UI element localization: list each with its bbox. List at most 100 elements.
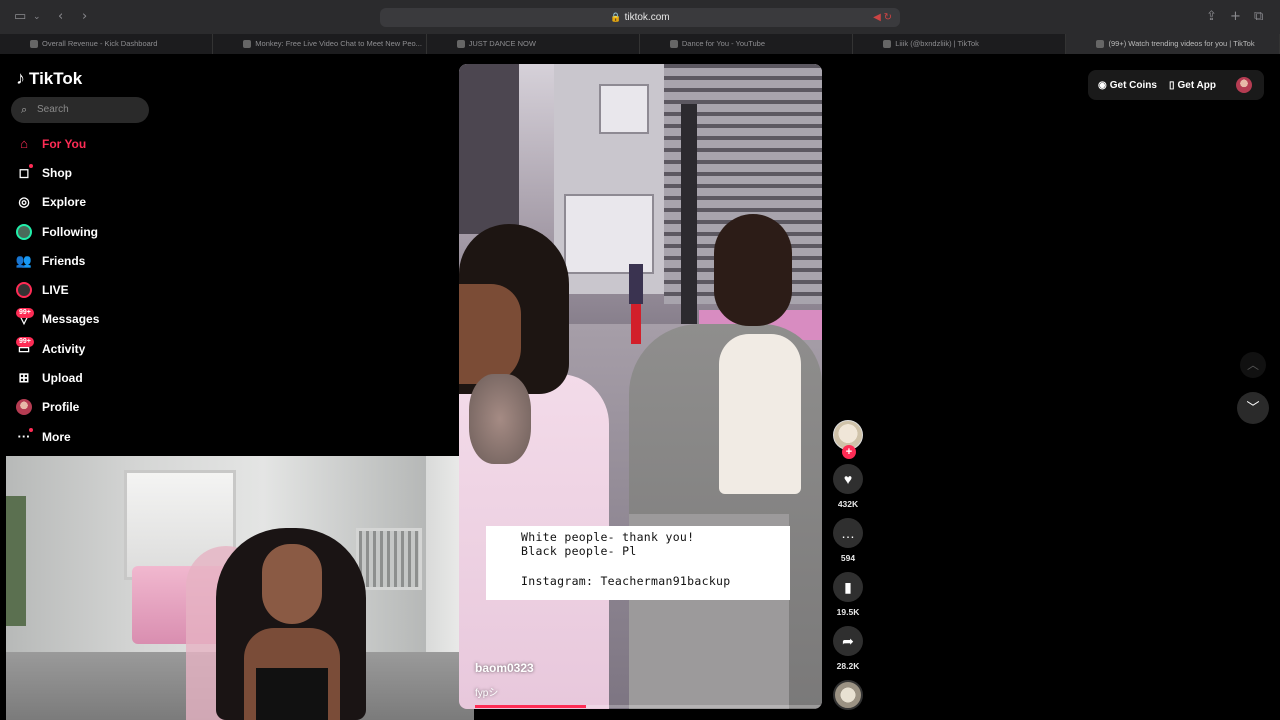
sidebar-item-for-you[interactable]: ⌂ For You [16, 129, 99, 158]
header-actions: ◉ Get Coins ▯ Get App [1088, 70, 1264, 100]
browser-tab[interactable]: Dance for You - YouTube [640, 34, 854, 54]
save-count: 19.5K [836, 607, 860, 617]
compass-icon: ◎ [18, 194, 30, 210]
music-disc-icon[interactable] [833, 680, 863, 710]
sidebar-item-label: Explore [42, 195, 87, 210]
sidebar-item-label: Profile [42, 400, 80, 415]
profile-avatar-icon [16, 399, 32, 416]
following-avatar-icon [16, 223, 32, 240]
bookmark-icon[interactable]: ▮ [833, 572, 863, 602]
new-tab-icon[interactable]: + [1230, 9, 1241, 24]
tiktok-note-icon: ♪ [16, 68, 25, 88]
search-input[interactable]: ⌕ Search [11, 97, 149, 123]
video-username[interactable]: baom0323 [475, 661, 534, 675]
share-count: 28.2K [836, 661, 860, 671]
browser-tab[interactable]: JUST DANCE NOW [427, 34, 640, 54]
get-app-label: Get App [1177, 79, 1216, 91]
sidebar-item-explore[interactable]: ◎ Explore [16, 188, 99, 217]
sidebar-item-messages[interactable]: ▽ 99+ Messages [16, 305, 99, 334]
live-icon [16, 282, 32, 299]
chevron-up-icon[interactable]: ︿ [1240, 352, 1266, 378]
get-app-button[interactable]: ▯ Get App [1169, 80, 1216, 91]
audio-icon[interactable]: ◀︎ ↻ [873, 8, 892, 27]
browser-tab-active[interactable]: (99+) Watch trending videos for you | Ti… [1066, 34, 1280, 54]
tab-strip: Overall Revenue - Kick Dashboard Monkey:… [0, 34, 1280, 54]
sidebar-item-label: Upload [42, 371, 83, 386]
tab-title: Liiik (@bxndzliik) | TikTok [895, 39, 979, 48]
sidebar-item-label: Messages [42, 312, 100, 327]
like-action[interactable]: ♥ 432K [830, 464, 866, 509]
tiktok-logo[interactable]: ♪ TikTok [16, 68, 82, 89]
tab-favicon-icon [456, 40, 465, 48]
tab-favicon-icon [243, 40, 252, 48]
notification-dot [29, 164, 33, 169]
caption-line: White people- thank you! [521, 530, 695, 544]
lock-icon: 🔒 [610, 12, 622, 22]
friends-icon: 👥 [15, 252, 33, 268]
upload-icon: ⊞ [18, 370, 30, 386]
sidebar-item-label: Following [42, 224, 98, 239]
share-icon[interactable]: ⇪ [1206, 9, 1217, 24]
tab-title: Overall Revenue - Kick Dashboard [42, 39, 158, 48]
coin-icon: ◉ [1098, 79, 1107, 91]
tab-favicon-icon [1096, 40, 1105, 48]
comment-count: 594 [840, 553, 856, 563]
back-icon[interactable]: ‹ [58, 9, 63, 24]
share-action[interactable]: ➦ 28.2K [830, 626, 866, 671]
forward-icon[interactable]: › [82, 9, 87, 24]
get-coins-label: Get Coins [1109, 79, 1157, 91]
sidebar-item-activity[interactable]: ▭ 99+ Activity [16, 334, 99, 363]
chevron-down-icon[interactable]: ⌄ [33, 12, 41, 22]
chevron-down-icon[interactable]: ﹀ [1237, 392, 1269, 424]
tab-favicon-icon [30, 40, 38, 48]
caption-line: Instagram: Teacherman91backup [521, 574, 731, 588]
tab-overview-icon[interactable]: ⧉ [1254, 9, 1263, 24]
video-person-right [599, 214, 822, 709]
sidebar-item-more[interactable]: ··· More [16, 422, 99, 451]
heart-icon[interactable]: ♥ [833, 464, 863, 494]
browser-tab[interactable]: Monkey: Free Live Video Chat to Meet New… [213, 34, 427, 54]
home-icon: ⌂ [20, 136, 28, 152]
sidebar-item-profile[interactable]: Profile [16, 393, 99, 422]
webcam-overlay [6, 456, 474, 720]
sidebar-item-label: More [42, 429, 71, 444]
tab-title: Dance for You - YouTube [681, 39, 766, 48]
tab-title: Monkey: Free Live Video Chat to Meet New… [255, 39, 422, 48]
comment-icon[interactable]: … [833, 518, 863, 548]
notification-dot [29, 427, 33, 432]
webcam-person [216, 528, 366, 720]
get-coins-button[interactable]: ◉ Get Coins [1098, 80, 1157, 91]
comment-action[interactable]: … 594 [830, 518, 866, 563]
sidebar-item-shop[interactable]: ◻ Shop [16, 158, 99, 187]
sidebar-item-label: For You [42, 136, 87, 151]
save-action[interactable]: ▮ 19.5K [830, 572, 866, 617]
sidebar-item-label: Shop [42, 165, 72, 180]
browser-tab[interactable]: Overall Revenue - Kick Dashboard [0, 34, 214, 54]
browser-tab[interactable]: Liiik (@bxndzliik) | TikTok [853, 34, 1067, 54]
search-placeholder: Search [37, 104, 69, 115]
video-hashtag[interactable]: fypシ [475, 684, 498, 699]
address-bar[interactable]: 🔒 tiktok.com ◀︎ ↻ [380, 8, 900, 27]
avatar[interactable] [1236, 77, 1252, 93]
video-caption-overlay: White people- thank you! Black people- P… [486, 526, 790, 600]
sidebar-item-upload[interactable]: ⊞ Upload [16, 363, 99, 392]
phone-icon: ▯ [1168, 79, 1175, 91]
messages-badge: 99+ [16, 307, 34, 318]
creator-avatar[interactable]: + [833, 420, 863, 459]
video-progress-fill [475, 705, 587, 708]
video-person-left [459, 224, 619, 709]
share-arrow-icon[interactable]: ➦ [833, 626, 863, 656]
webcam-plant [6, 496, 26, 626]
video-progress-bar[interactable] [475, 705, 822, 708]
sidebar-item-label: Friends [42, 253, 86, 268]
tab-title: (99+) Watch trending videos for you | Ti… [1108, 39, 1255, 48]
follow-plus-icon[interactable]: + [842, 445, 856, 459]
search-icon: ⌕ [21, 104, 28, 116]
activity-badge: 99+ [16, 337, 34, 348]
sidebar-item-following[interactable]: Following [16, 217, 99, 246]
sidebar-item-live[interactable]: LIVE [16, 275, 99, 304]
sidebar-item-friends[interactable]: 👥 Friends [16, 246, 99, 275]
video-player[interactable]: White people- thank you! Black people- P… [459, 64, 822, 709]
tab-favicon-icon [883, 40, 892, 48]
sidebar-toggle-icon[interactable]: ▭ [14, 9, 26, 24]
